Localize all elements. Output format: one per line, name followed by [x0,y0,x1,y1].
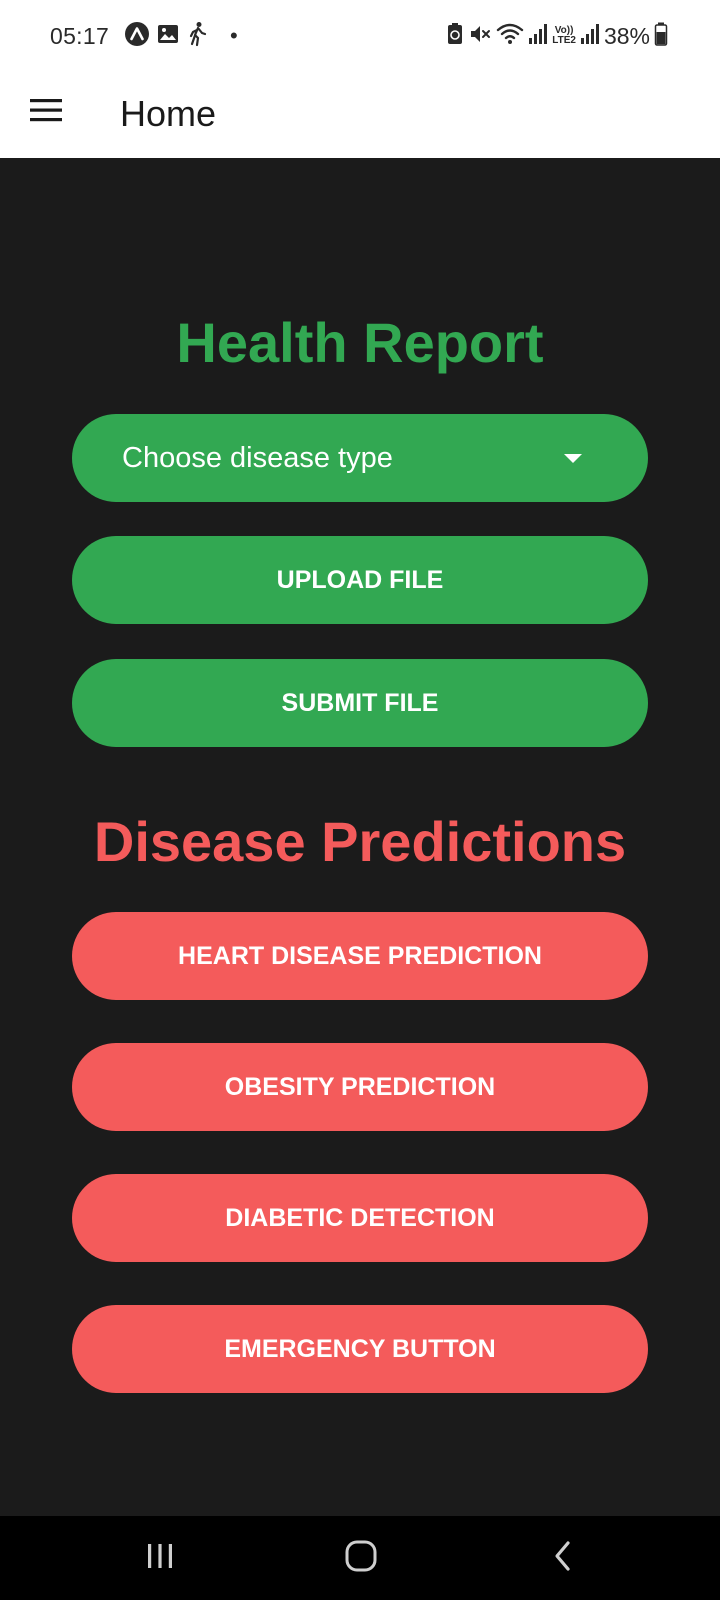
status-dot: • [230,23,238,48]
wifi-icon [496,22,524,51]
volte-lte2-icon: Vo)) LTE2 [552,26,576,46]
page-title: Home [120,93,217,134]
recent-apps-button[interactable] [130,1532,190,1584]
status-time: 05:17 [50,23,110,49]
battery-percent: 38% [603,23,650,49]
back-button[interactable] [533,1532,593,1584]
app-notification-icon [124,21,150,52]
status-left-icons: • [124,21,238,52]
status-right-icons: Vo)) LTE2 38% [446,22,668,50]
disease-type-select-value: Choose disease type [122,441,393,474]
home-icon [344,1539,378,1578]
obesity-prediction-button[interactable]: OBESITY PREDICTION [72,1043,648,1131]
app-bar: Home [0,72,720,158]
diabetic-detection-button[interactable]: DIABETIC DETECTION [72,1174,648,1262]
signal-icon-2 [580,23,600,50]
submit-file-button[interactable]: SUBMIT FILE [72,659,648,747]
upload-file-button[interactable]: UPLOAD FILE [72,536,648,624]
home-button[interactable] [331,1532,391,1584]
signal-icon [528,23,548,50]
heart-disease-prediction-button[interactable]: HEART DISEASE PREDICTION [72,912,648,1000]
status-bar: 05:17 • Vo)) LTE2 38% [0,0,720,72]
battery-saver-icon [446,22,464,51]
hamburger-menu-button[interactable] [24,90,68,134]
walking-icon [186,21,210,52]
lte-label: LTE2 [552,35,576,46]
system-nav-bar [0,1516,720,1600]
main-content: Health Report Choose disease type UPLOAD… [0,158,720,1516]
disease-predictions-title: Disease Predictions [93,810,627,873]
dropdown-arrow-icon [564,453,582,463]
mute-icon [468,22,492,51]
recent-apps-icon [145,1541,175,1576]
battery-icon [654,22,668,51]
health-report-title: Health Report [176,311,544,374]
emergency-button[interactable]: EMERGENCY BUTTON [72,1305,648,1393]
back-icon [550,1539,576,1578]
gallery-icon [156,22,180,51]
disease-type-select[interactable]: Choose disease type [72,414,648,502]
hamburger-menu-icon [29,97,63,128]
